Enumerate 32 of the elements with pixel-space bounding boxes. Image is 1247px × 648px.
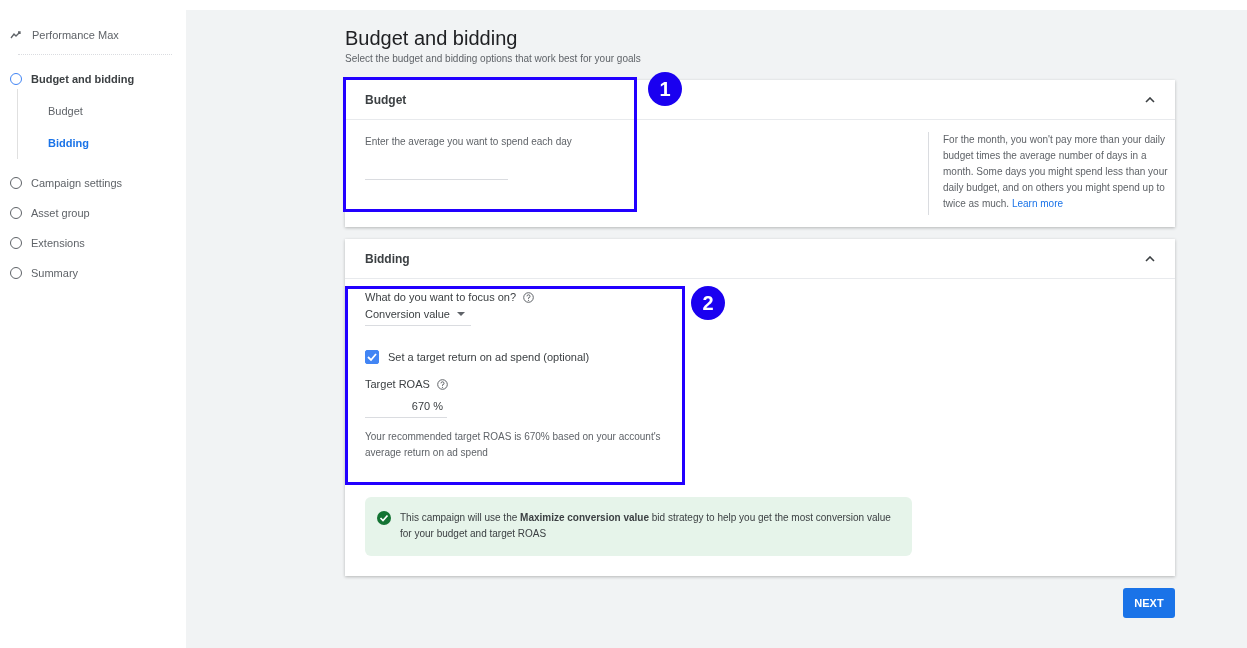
sidebar-step[interactable]: Summary: [31, 267, 79, 279]
sidebar-step[interactable]: Campaign settings: [31, 177, 123, 189]
focus-dropdown[interactable]: Conversion value: [365, 303, 471, 326]
trend-icon: [10, 31, 22, 39]
checkbox[interactable]: [365, 350, 379, 364]
card-title: Budget: [365, 92, 407, 107]
annotation-number: 1: [648, 72, 682, 106]
checkbox-label: Set a target return on ad spend (optional): [388, 351, 590, 363]
collapse-chevron-icon[interactable]: [1145, 96, 1155, 103]
page-title: Budget and bidding: [345, 27, 519, 50]
sidebar-step[interactable]: Asset group: [31, 207, 90, 219]
help-icon[interactable]: [436, 378, 448, 390]
collapse-chevron-icon[interactable]: [1145, 255, 1155, 262]
campaign-type: Performance Max: [32, 29, 119, 41]
sidebar-substep[interactable]: Budget: [48, 105, 172, 117]
field-label: Enter the average you want to spend each day: [365, 136, 572, 147]
field-label: What do you want to focus on?: [365, 291, 517, 303]
page-subtitle: Select the budget and bidding options that work best for your goals: [345, 53, 642, 64]
field-label: Target ROAS: [365, 378, 430, 390]
learn-more-link[interactable]: Learn more: [1011, 198, 1064, 209]
sidebar-substep[interactable]: Bidding: [48, 137, 172, 149]
info-text: For the month, you won't pay more than your daily budget times the average number of days in a month. Some days you might spend less than your daily budget, and on others you might spend up to twice as much. Learn more: [943, 133, 1169, 211]
sidebar-step[interactable]: Budget and bidding: [31, 73, 135, 85]
annotation-number: 2: [691, 286, 725, 320]
sidebar-step[interactable]: Extensions: [31, 237, 85, 249]
help-icon[interactable]: [523, 291, 535, 303]
card-title: Bidding: [365, 251, 410, 266]
next-button[interactable]: NEXT: [1123, 588, 1175, 618]
check-circle-icon: [377, 511, 391, 525]
caret-icon: [457, 312, 465, 316]
roas-hint: Your recommended target ROAS is 670% based on your account's average return on ad spend: [365, 430, 662, 460]
notice-text: This campaign will use the Maximize conversion value bid strategy to help you get the most conversion value for your budget and target ROAS: [400, 511, 892, 541]
